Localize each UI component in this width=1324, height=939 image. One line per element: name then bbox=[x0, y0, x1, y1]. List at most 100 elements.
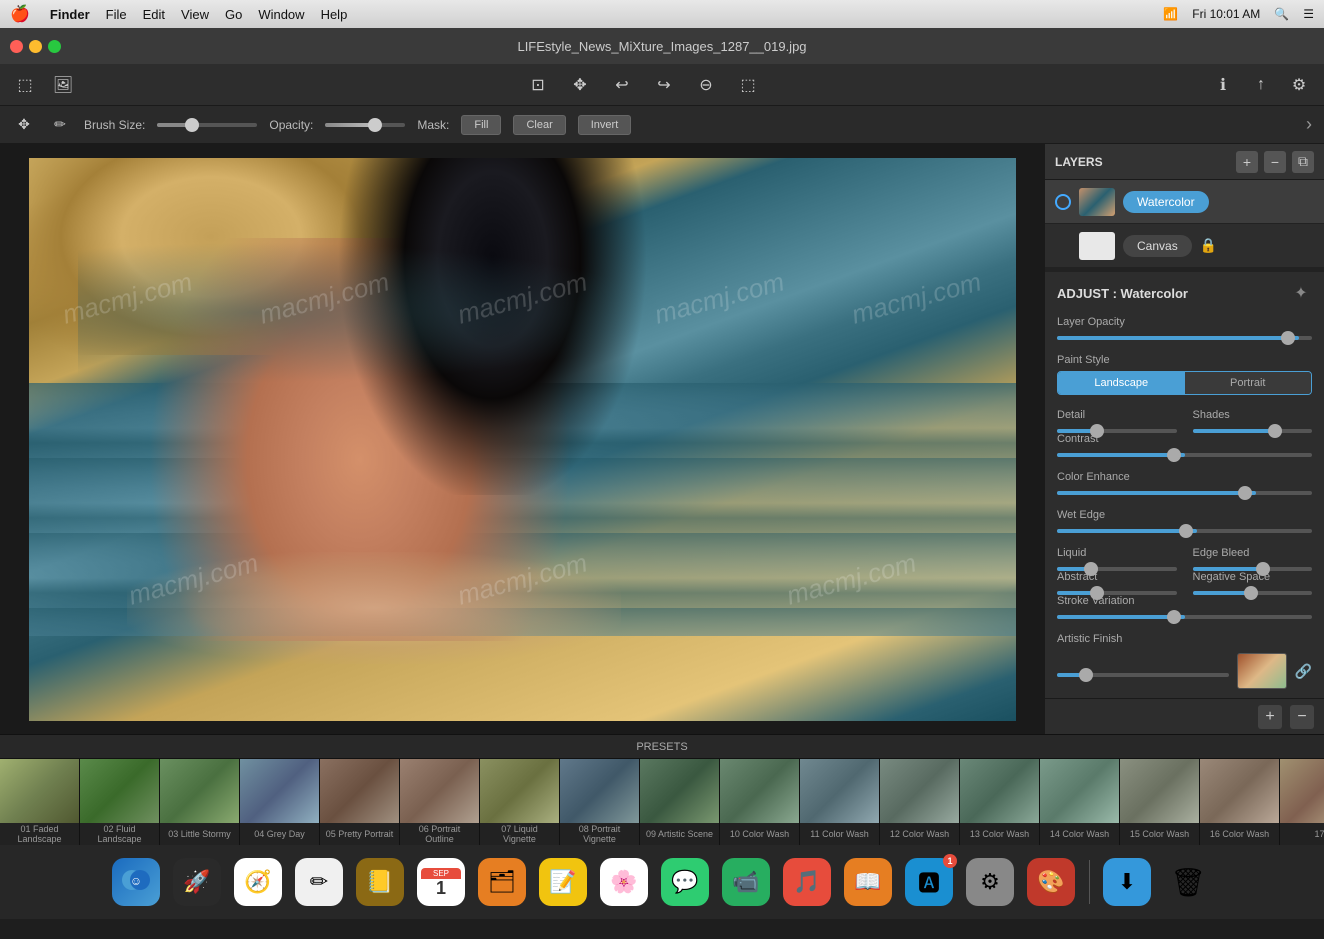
invert-btn[interactable]: Invert bbox=[578, 115, 632, 135]
menu-finder[interactable]: Finder bbox=[50, 7, 90, 22]
dock-pixelmator[interactable]: 🎨 bbox=[1024, 855, 1079, 910]
menu-icon[interactable]: ☰ bbox=[1303, 7, 1314, 21]
shades-slider[interactable] bbox=[1193, 429, 1313, 433]
brush-size-slider[interactable] bbox=[157, 123, 257, 127]
dock-launchpad[interactable]: 🚀 bbox=[170, 855, 225, 910]
dock-photos[interactable]: 🌸 bbox=[597, 855, 652, 910]
opacity-slider[interactable] bbox=[325, 123, 405, 127]
maximize-button[interactable] bbox=[48, 40, 61, 53]
paint-style-label: Paint Style bbox=[1057, 354, 1312, 366]
adjust-footer: + − bbox=[1045, 698, 1324, 734]
settings-btn[interactable]: ⚙ bbox=[1284, 70, 1314, 100]
preset-item-9[interactable]: 09 Artistic Scene bbox=[640, 759, 720, 845]
brush-tool-btn[interactable]: ✏ bbox=[48, 113, 72, 137]
color-enhance-slider[interactable] bbox=[1057, 491, 1312, 495]
presets-header[interactable]: PRESETS bbox=[0, 735, 1324, 759]
wet-edge-slider[interactable] bbox=[1057, 529, 1312, 533]
photos-btn[interactable]: ⬚ bbox=[10, 70, 40, 100]
preset-item-3[interactable]: 03 Little Stormy bbox=[160, 759, 240, 845]
info-btn[interactable]: ℹ bbox=[1208, 70, 1238, 100]
dock-books[interactable]: 📖 bbox=[841, 855, 896, 910]
menu-go[interactable]: Go bbox=[225, 7, 242, 22]
minimize-button[interactable] bbox=[29, 40, 42, 53]
menu-window[interactable]: Window bbox=[258, 7, 304, 22]
magic-button[interactable]: ✦ bbox=[1290, 282, 1312, 304]
negative-space-slider[interactable] bbox=[1193, 591, 1313, 595]
preset-item-16[interactable]: 16 Color Wash bbox=[1200, 759, 1280, 845]
menu-view[interactable]: View bbox=[181, 7, 209, 22]
clear-btn[interactable]: Clear bbox=[513, 115, 565, 135]
search-icon[interactable]: 🔍 bbox=[1274, 7, 1289, 21]
dock-finder[interactable]: ☺ bbox=[109, 855, 164, 910]
dock-messages[interactable]: 💬 bbox=[658, 855, 713, 910]
redo-btn[interactable]: ↪ bbox=[649, 70, 679, 100]
detail-slider[interactable] bbox=[1057, 429, 1177, 433]
undo-btn[interactable]: ↩ bbox=[607, 70, 637, 100]
apple-menu[interactable]: 🍎 bbox=[10, 4, 30, 24]
collapse-panel-btn[interactable]: › bbox=[1306, 114, 1312, 135]
landscape-btn[interactable]: Landscape bbox=[1058, 372, 1185, 394]
dock-trash[interactable]: 🗑 bbox=[1161, 855, 1216, 910]
layer-name-canvas-btn[interactable]: Canvas bbox=[1123, 235, 1192, 257]
menu-edit[interactable]: Edit bbox=[143, 7, 165, 22]
dock-stickies[interactable]: 📝 bbox=[536, 855, 591, 910]
artistic-finish-slider[interactable] bbox=[1057, 673, 1229, 677]
menu-file[interactable]: File bbox=[106, 7, 127, 22]
preset-item-14[interactable]: 14 Color Wash bbox=[1040, 759, 1120, 845]
preset-item-12[interactable]: 12 Color Wash bbox=[880, 759, 960, 845]
fill-btn[interactable]: Fill bbox=[461, 115, 501, 135]
layer-name-watercolor-btn[interactable]: Watercolor bbox=[1123, 191, 1209, 213]
layer-opacity-slider[interactable] bbox=[1057, 336, 1312, 340]
abstract-slider[interactable] bbox=[1057, 591, 1177, 595]
layers-btn[interactable]: 🖼 bbox=[48, 70, 78, 100]
presets-scroll[interactable]: 01 FadedLandscape 02 FluidLandscape 03 L… bbox=[0, 759, 1324, 845]
share-btn[interactable]: ↑ bbox=[1246, 70, 1276, 100]
dock-appstore[interactable]: 🅰 1 bbox=[902, 855, 957, 910]
move-tool-btn[interactable]: ✥ bbox=[12, 113, 36, 137]
crop-btn[interactable]: ⊡ bbox=[523, 70, 553, 100]
dock-safari[interactable]: 🧭 bbox=[231, 855, 286, 910]
dock-notefile[interactable]: 📒 bbox=[353, 855, 408, 910]
remove-preset-btn[interactable]: − bbox=[1290, 705, 1314, 729]
preset-item-10[interactable]: 10 Color Wash bbox=[720, 759, 800, 845]
preset-item-1[interactable]: 01 FadedLandscape bbox=[0, 759, 80, 845]
preset-item-11[interactable]: 11 Color Wash bbox=[800, 759, 880, 845]
dock-downloads[interactable]: ⬇ bbox=[1100, 855, 1155, 910]
stroke-variation-slider[interactable] bbox=[1057, 615, 1312, 619]
remove-layer-btn[interactable]: − bbox=[1264, 151, 1286, 173]
dock-sketchbook[interactable]: ✏ bbox=[292, 855, 347, 910]
layer-visibility-watercolor[interactable] bbox=[1055, 194, 1071, 210]
preset-item-5[interactable]: 05 Pretty Portrait bbox=[320, 759, 400, 845]
move-btn[interactable]: ✥ bbox=[565, 70, 595, 100]
preset-item-4[interactable]: 04 Grey Day bbox=[240, 759, 320, 845]
facetime-icon: 📹 bbox=[722, 858, 770, 906]
preset-thumb-4 bbox=[240, 759, 319, 823]
preset-item-8[interactable]: 08 PortraitVignette bbox=[560, 759, 640, 845]
contrast-slider[interactable] bbox=[1057, 453, 1312, 457]
detail-label: Detail bbox=[1057, 409, 1177, 421]
close-button[interactable] bbox=[10, 40, 23, 53]
layer-item-watercolor[interactable]: Watercolor bbox=[1045, 180, 1324, 224]
preset-item-15[interactable]: 15 Color Wash bbox=[1120, 759, 1200, 845]
add-layer-btn[interactable]: + bbox=[1236, 151, 1258, 173]
dock-calendar[interactable]: SEP 1 bbox=[414, 855, 469, 910]
dock-files[interactable]: 🗂 bbox=[475, 855, 530, 910]
add-preset-btn[interactable]: + bbox=[1258, 705, 1282, 729]
preset-item-6[interactable]: 06 PortraitOutline bbox=[400, 759, 480, 845]
dock-facetime[interactable]: 📹 bbox=[719, 855, 774, 910]
portrait-btn[interactable]: Portrait bbox=[1185, 372, 1312, 394]
zoom-out-btn[interactable]: ⊖ bbox=[691, 70, 721, 100]
menu-help[interactable]: Help bbox=[321, 7, 348, 22]
fit-btn[interactable]: ⬚ bbox=[733, 70, 763, 100]
liquid-slider[interactable] bbox=[1057, 567, 1177, 571]
dock-systemprefs[interactable]: ⚙ bbox=[963, 855, 1018, 910]
preset-item-13[interactable]: 13 Color Wash bbox=[960, 759, 1040, 845]
dock-music[interactable]: 🎵 bbox=[780, 855, 835, 910]
edge-bleed-slider[interactable] bbox=[1193, 567, 1313, 571]
duplicate-layer-btn[interactable]: ⧉ bbox=[1292, 151, 1314, 173]
preset-item-2[interactable]: 02 FluidLandscape bbox=[80, 759, 160, 845]
preset-item-7[interactable]: 07 LiquidVignette bbox=[480, 759, 560, 845]
link-icon[interactable]: 🔗 bbox=[1295, 663, 1312, 680]
layer-item-canvas[interactable]: Canvas 🔒 bbox=[1045, 224, 1324, 268]
preset-item-17[interactable]: 17 bbox=[1280, 759, 1324, 845]
